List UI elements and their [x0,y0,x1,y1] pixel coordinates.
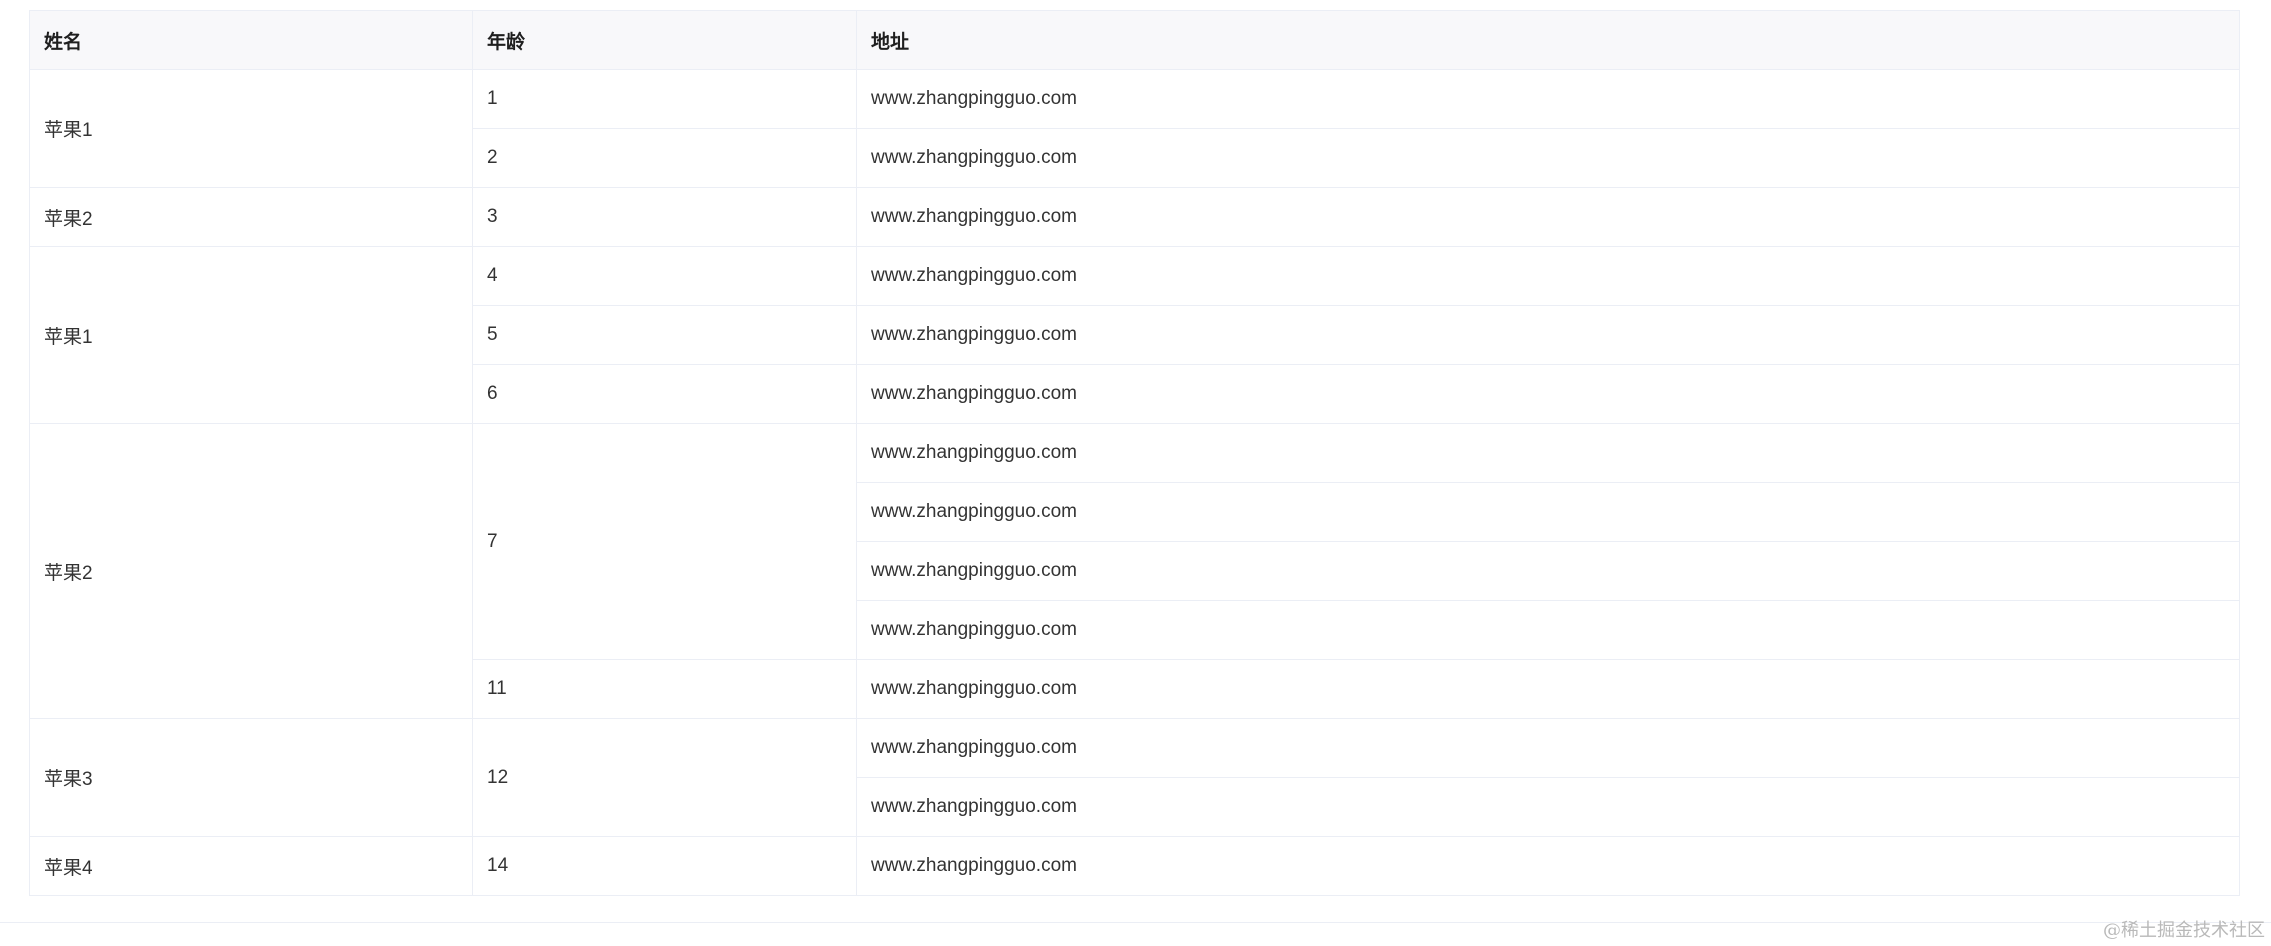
name-cell: 苹果1 [29,69,473,188]
watermark-text: @稀土掘金技术社区 [2103,920,2265,941]
age-cell: 3 [472,187,857,247]
table-row: 苹果3 12 www.zhangpingguo.com [29,718,2240,837]
name-cell: 苹果2 [29,423,473,719]
table-row: 苹果2 7 www.zhangpingguo.com [29,423,2240,719]
age-cell: 5 [472,305,857,365]
header-address: 地址 [856,10,2240,70]
name-cell: 苹果4 [29,836,473,896]
name-cell: 苹果3 [29,718,473,837]
age-cell: 11 [472,659,857,719]
address-cell: www.zhangpingguo.com [856,541,2240,601]
table-body: 苹果1 1 www.zhangpingguo.com 2 www.zhangpi… [29,69,2240,896]
address-cell: www.zhangpingguo.com [856,600,2240,660]
table-row: 苹果4 14 www.zhangpingguo.com [29,836,2240,896]
header-name: 姓名 [29,10,473,70]
age-cell: 6 [472,364,857,424]
table-header-row: 姓名 年龄 地址 [29,10,2240,70]
age-cell: 4 [472,246,857,306]
address-cell: www.zhangpingguo.com [856,718,2240,778]
table-row: 苹果1 1 www.zhangpingguo.com [29,69,2240,188]
address-cell: www.zhangpingguo.com [856,659,2240,719]
age-cell: 12 [472,718,857,837]
age-cell: 7 [472,423,857,660]
address-cell: www.zhangpingguo.com [856,423,2240,483]
table-row: 苹果2 3 www.zhangpingguo.com [29,187,2240,247]
age-cell: 2 [472,128,857,188]
header-age: 年龄 [472,10,857,70]
merged-cell-table: 姓名 年龄 地址 苹果1 1 www.zhangpingguo.com 2 ww… [29,10,2240,896]
address-cell: www.zhangpingguo.com [856,482,2240,542]
address-cell: www.zhangpingguo.com [856,305,2240,365]
name-cell: 苹果1 [29,246,473,424]
address-cell: www.zhangpingguo.com [856,69,2240,129]
age-cell: 1 [472,69,857,129]
address-cell: www.zhangpingguo.com [856,246,2240,306]
address-cell: www.zhangpingguo.com [856,836,2240,896]
table-row: 苹果1 4 www.zhangpingguo.com [29,246,2240,424]
address-cell: www.zhangpingguo.com [856,777,2240,837]
name-cell: 苹果2 [29,187,473,247]
address-cell: www.zhangpingguo.com [856,128,2240,188]
address-cell: www.zhangpingguo.com [856,364,2240,424]
table-header: 姓名 年龄 地址 [29,10,2240,70]
age-cell: 14 [472,836,857,896]
address-cell: www.zhangpingguo.com [856,187,2240,247]
merged-cell-table-container: 姓名 年龄 地址 苹果1 1 www.zhangpingguo.com 2 ww… [29,10,2240,896]
page-divider [0,922,2271,923]
